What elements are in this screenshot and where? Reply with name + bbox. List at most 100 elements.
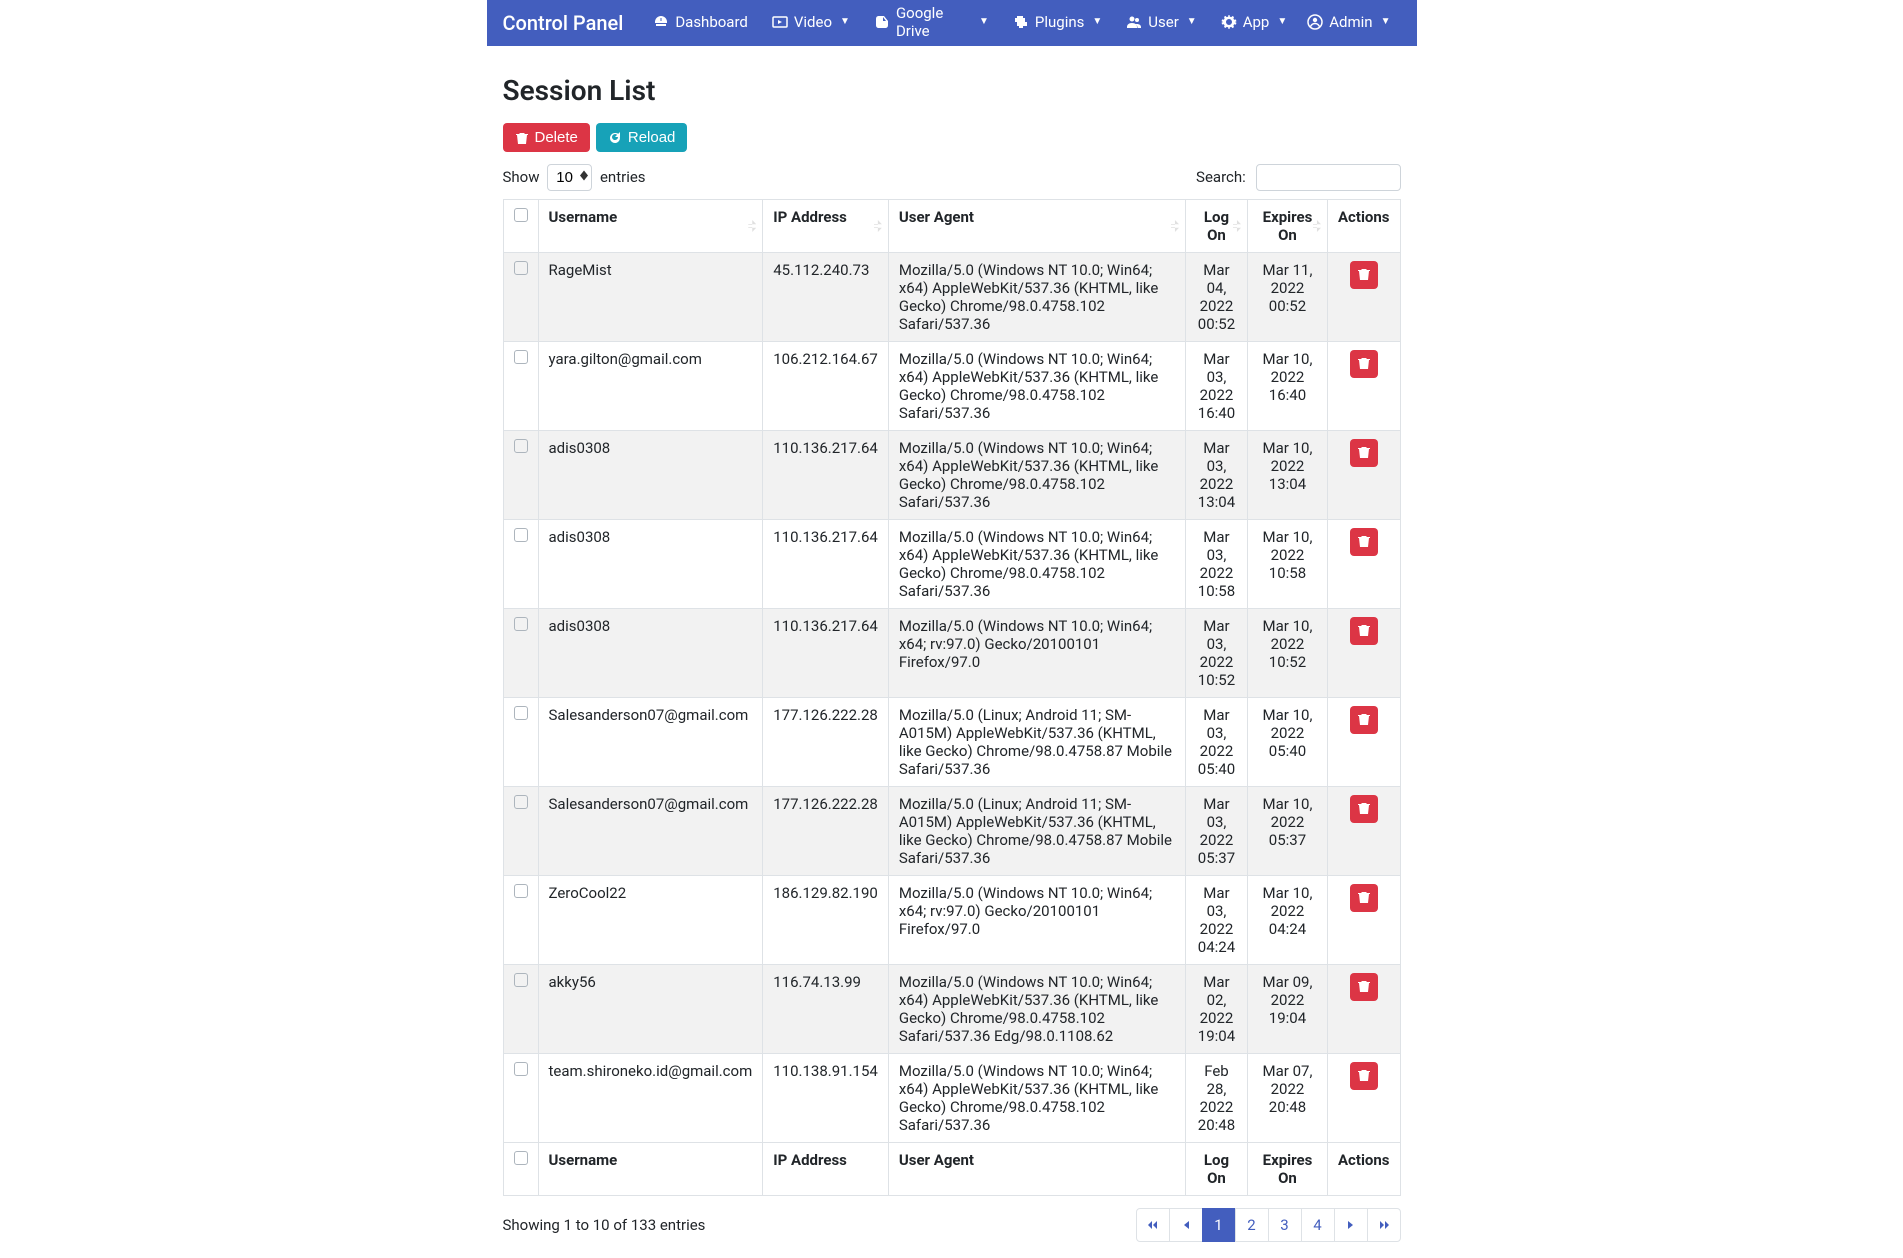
checkbox-icon[interactable] <box>514 350 528 364</box>
nav-item-video[interactable]: Video▼ <box>762 0 860 53</box>
cell-username: yara.gilton@gmail.com <box>538 342 763 431</box>
cell-username: adis0308 <box>538 520 763 609</box>
cell-checkbox[interactable] <box>503 698 538 787</box>
cell-username: akky56 <box>538 965 763 1054</box>
table-row: akky56116.74.13.99Mozilla/5.0 (Windows N… <box>503 965 1400 1054</box>
table-header-row: Username IP Address User Agent Log On Ex… <box>503 200 1400 253</box>
cell-checkbox[interactable] <box>503 876 538 965</box>
row-delete-button[interactable] <box>1350 528 1378 556</box>
cell-logon: Mar 03, 2022 05:40 <box>1185 698 1247 787</box>
main-container: Session List Delete Reload Show 10 entri… <box>487 46 1417 1258</box>
checkbox-icon[interactable] <box>514 973 528 987</box>
cell-ua: Mozilla/5.0 (Windows NT 10.0; Win64; x64… <box>888 253 1185 342</box>
nav-item-dashboard[interactable]: Dashboard <box>643 0 758 53</box>
cell-checkbox[interactable] <box>503 609 538 698</box>
table-info: Showing 1 to 10 of 133 entries <box>503 1216 706 1234</box>
cell-ua: Mozilla/5.0 (Linux; Android 11; SM-A015M… <box>888 787 1185 876</box>
cell-logon: Mar 03, 2022 10:58 <box>1185 520 1247 609</box>
nav-item-label: Plugins <box>1035 13 1084 31</box>
row-delete-button[interactable] <box>1350 973 1378 1001</box>
length-select[interactable]: 10 <box>547 164 592 191</box>
page-1[interactable]: 1 <box>1202 1208 1236 1242</box>
page-4[interactable]: 4 <box>1301 1208 1335 1242</box>
checkbox-icon[interactable] <box>514 1062 528 1076</box>
delete-button-label: Delete <box>535 129 578 146</box>
action-toolbar: Delete Reload <box>503 123 1401 152</box>
page-last[interactable] <box>1367 1208 1401 1242</box>
search-input[interactable] <box>1256 164 1401 191</box>
cell-checkbox[interactable] <box>503 787 538 876</box>
row-delete-button[interactable] <box>1350 884 1378 912</box>
nav-item-label: Dashboard <box>675 13 748 31</box>
datatable-footer: Showing 1 to 10 of 133 entries 1234 <box>503 1208 1401 1242</box>
col-header-expires[interactable]: Expires On <box>1247 200 1327 253</box>
cell-actions <box>1327 876 1400 965</box>
delete-button[interactable]: Delete <box>503 123 590 152</box>
nav-item-app[interactable]: App▼ <box>1211 0 1298 53</box>
page-2[interactable]: 2 <box>1235 1208 1269 1242</box>
checkbox-icon[interactable] <box>514 261 528 275</box>
cell-checkbox[interactable] <box>503 253 538 342</box>
col-header-ua[interactable]: User Agent <box>888 200 1185 253</box>
row-delete-button[interactable] <box>1350 350 1378 378</box>
cell-actions <box>1327 965 1400 1054</box>
checkbox-icon[interactable] <box>514 208 528 222</box>
checkbox-icon[interactable] <box>514 795 528 809</box>
row-delete-button[interactable] <box>1350 261 1378 289</box>
cell-checkbox[interactable] <box>503 1054 538 1143</box>
cell-username: adis0308 <box>538 431 763 520</box>
col-header-checkbox[interactable] <box>503 200 538 253</box>
table-row: team.shironeko.id@gmail.com110.138.91.15… <box>503 1054 1400 1143</box>
row-delete-button[interactable] <box>1350 706 1378 734</box>
cell-actions <box>1327 253 1400 342</box>
pagination: 1234 <box>1137 1208 1401 1242</box>
checkbox-icon[interactable] <box>514 528 528 542</box>
reload-icon <box>608 131 622 145</box>
page-first[interactable] <box>1136 1208 1170 1242</box>
cell-expires: Mar 10, 2022 04:24 <box>1247 876 1327 965</box>
table-row: Salesanderson07@gmail.com177.126.222.28M… <box>503 787 1400 876</box>
trash-icon <box>1357 356 1371 373</box>
cell-checkbox[interactable] <box>503 342 538 431</box>
col-header-username[interactable]: Username <box>538 200 763 253</box>
checkbox-icon[interactable] <box>514 1151 528 1165</box>
trash-icon <box>1357 979 1371 996</box>
cell-expires: Mar 10, 2022 05:40 <box>1247 698 1327 787</box>
row-delete-button[interactable] <box>1350 617 1378 645</box>
page-3[interactable]: 3 <box>1268 1208 1302 1242</box>
col-footer-logon: Log On <box>1185 1143 1247 1196</box>
col-header-logon[interactable]: Log On <box>1185 200 1247 253</box>
table-row: Salesanderson07@gmail.com177.126.222.28M… <box>503 698 1400 787</box>
nav-item-label: Google Drive <box>896 4 971 40</box>
cell-username: Salesanderson07@gmail.com <box>538 787 763 876</box>
col-header-ip[interactable]: IP Address <box>763 200 889 253</box>
cell-ip: 110.136.217.64 <box>763 609 889 698</box>
cell-checkbox[interactable] <box>503 520 538 609</box>
cell-logon: Mar 02, 2022 19:04 <box>1185 965 1247 1054</box>
trash-icon <box>1357 534 1371 551</box>
cell-checkbox[interactable] <box>503 965 538 1054</box>
page-title: Session List <box>503 74 1401 107</box>
checkbox-icon[interactable] <box>514 439 528 453</box>
page-next[interactable] <box>1334 1208 1368 1242</box>
nav-item-plugins[interactable]: Plugins▼ <box>1003 0 1112 53</box>
cell-actions <box>1327 698 1400 787</box>
row-delete-button[interactable] <box>1350 795 1378 823</box>
checkbox-icon[interactable] <box>514 884 528 898</box>
cell-actions <box>1327 1054 1400 1143</box>
checkbox-icon[interactable] <box>514 706 528 720</box>
nav-admin-dropdown[interactable]: Admin ▼ <box>1297 3 1400 44</box>
cell-expires: Mar 10, 2022 16:40 <box>1247 342 1327 431</box>
nav-item-google-drive[interactable]: Google Drive▼ <box>864 0 999 53</box>
page-prev[interactable] <box>1169 1208 1203 1242</box>
row-delete-button[interactable] <box>1350 1062 1378 1090</box>
row-delete-button[interactable] <box>1350 439 1378 467</box>
reload-button[interactable]: Reload <box>596 123 688 152</box>
nav-item-user[interactable]: User▼ <box>1116 0 1206 53</box>
col-footer-ip: IP Address <box>763 1143 889 1196</box>
cell-username: RageMist <box>538 253 763 342</box>
checkbox-icon[interactable] <box>514 617 528 631</box>
cell-checkbox[interactable] <box>503 431 538 520</box>
sessions-table: Username IP Address User Agent Log On Ex… <box>503 199 1401 1196</box>
col-footer-checkbox[interactable] <box>503 1143 538 1196</box>
